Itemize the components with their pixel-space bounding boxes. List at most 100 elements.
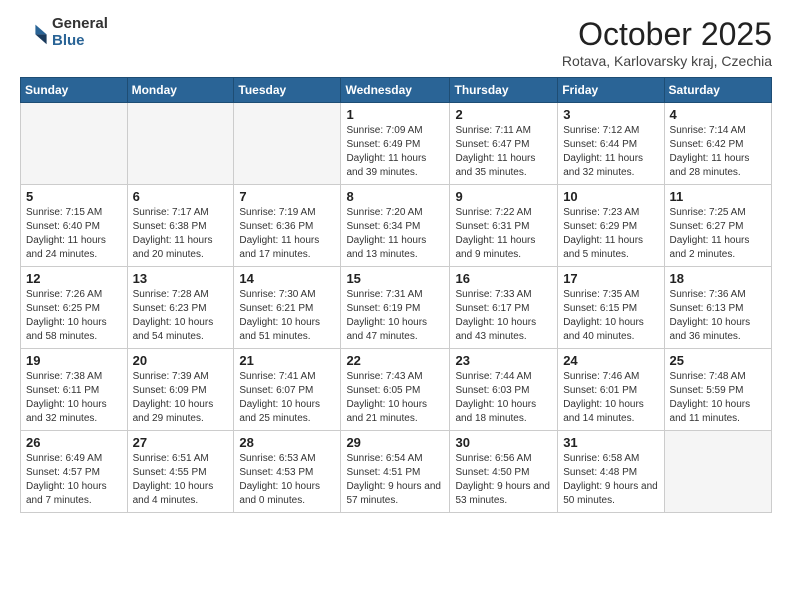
day-number: 29 <box>346 435 444 450</box>
calendar-cell: 22 Sunrise: 7:43 AM Sunset: 6:05 PM Dayli… <box>341 349 450 431</box>
day-number: 31 <box>563 435 658 450</box>
calendar-cell: 29Sunrise: 6:54 AM Sunset: 4:51 PM Dayli… <box>341 431 450 513</box>
day-number: 21 <box>239 353 335 368</box>
logo-text: General Blue <box>52 16 108 49</box>
calendar-cell: 9 Sunrise: 7:22 AM Sunset: 6:31 PM Daylig… <box>450 185 558 267</box>
day-number: 23 <box>455 353 552 368</box>
calendar-cell: 10 Sunrise: 7:23 AM Sunset: 6:29 PM Dayli… <box>558 185 664 267</box>
day-info: Sunrise: 7:39 AM Sunset: 6:09 PM Dayligh… <box>133 370 229 426</box>
day-number: 3 <box>563 107 658 122</box>
day-info: Sunrise: 7:11 AM Sunset: 6:47 PM Dayligh… <box>455 124 552 180</box>
day-info: Sunrise: 6:49 AM Sunset: 4:57 PM Dayligh… <box>26 452 122 508</box>
day-info: Sunrise: 7:46 AM Sunset: 6:01 PM Dayligh… <box>563 370 658 426</box>
day-info: Sunrise: 6:51 AM Sunset: 4:55 PM Dayligh… <box>133 452 229 508</box>
calendar-cell: 26 Sunrise: 6:49 AM Sunset: 4:57 PM Dayli… <box>21 431 128 513</box>
calendar-week-row: 26 Sunrise: 6:49 AM Sunset: 4:57 PM Dayli… <box>21 431 772 513</box>
day-info: Sunrise: 7:22 AM Sunset: 6:31 PM Dayligh… <box>455 206 552 262</box>
calendar-cell: 1Sunrise: 7:09 AM Sunset: 6:49 PM Daylig… <box>341 103 450 185</box>
day-info: Sunrise: 7:15 AM Sunset: 6:40 PM Dayligh… <box>26 206 122 262</box>
calendar-cell: 21 Sunrise: 7:41 AM Sunset: 6:07 PM Dayli… <box>234 349 341 431</box>
calendar-cell: 24 Sunrise: 7:46 AM Sunset: 6:01 PM Dayli… <box>558 349 664 431</box>
day-number: 25 <box>670 353 766 368</box>
day-number: 7 <box>239 189 335 204</box>
weekday-header-friday: Friday <box>558 78 664 103</box>
day-number: 16 <box>455 271 552 286</box>
day-info: Sunrise: 7:30 AM Sunset: 6:21 PM Dayligh… <box>239 288 335 344</box>
day-number: 1 <box>346 107 444 122</box>
day-info: Sunrise: 7:31 AM Sunset: 6:19 PM Dayligh… <box>346 288 444 344</box>
day-info: Sunrise: 7:19 AM Sunset: 6:36 PM Dayligh… <box>239 206 335 262</box>
day-number: 10 <box>563 189 658 204</box>
day-info: Sunrise: 7:26 AM Sunset: 6:25 PM Dayligh… <box>26 288 122 344</box>
day-info: Sunrise: 7:41 AM Sunset: 6:07 PM Dayligh… <box>239 370 335 426</box>
day-info: Sunrise: 6:58 AM Sunset: 4:48 PM Dayligh… <box>563 452 658 508</box>
day-info: Sunrise: 6:53 AM Sunset: 4:53 PM Dayligh… <box>239 452 335 508</box>
calendar-cell: 20 Sunrise: 7:39 AM Sunset: 6:09 PM Dayli… <box>127 349 234 431</box>
day-number: 4 <box>670 107 766 122</box>
day-info: Sunrise: 6:56 AM Sunset: 4:50 PM Dayligh… <box>455 452 552 508</box>
day-number: 28 <box>239 435 335 450</box>
calendar-week-row: 12 Sunrise: 7:26 AM Sunset: 6:25 PM Dayli… <box>21 267 772 349</box>
logo-blue: Blue <box>52 33 108 50</box>
calendar-week-row: 1Sunrise: 7:09 AM Sunset: 6:49 PM Daylig… <box>21 103 772 185</box>
day-info: Sunrise: 7:33 AM Sunset: 6:17 PM Dayligh… <box>455 288 552 344</box>
day-number: 8 <box>346 189 444 204</box>
day-number: 17 <box>563 271 658 286</box>
calendar-cell <box>664 431 771 513</box>
day-number: 24 <box>563 353 658 368</box>
day-number: 13 <box>133 271 229 286</box>
calendar-cell: 17 Sunrise: 7:35 AM Sunset: 6:15 PM Dayli… <box>558 267 664 349</box>
day-info: Sunrise: 7:28 AM Sunset: 6:23 PM Dayligh… <box>133 288 229 344</box>
day-info: Sunrise: 7:36 AM Sunset: 6:13 PM Dayligh… <box>670 288 766 344</box>
day-info: Sunrise: 7:35 AM Sunset: 6:15 PM Dayligh… <box>563 288 658 344</box>
calendar-cell: 4Sunrise: 7:14 AM Sunset: 6:42 PM Daylig… <box>664 103 771 185</box>
calendar-cell: 3Sunrise: 7:12 AM Sunset: 6:44 PM Daylig… <box>558 103 664 185</box>
day-info: Sunrise: 7:17 AM Sunset: 6:38 PM Dayligh… <box>133 206 229 262</box>
day-info: Sunrise: 7:25 AM Sunset: 6:27 PM Dayligh… <box>670 206 766 262</box>
weekday-header-monday: Monday <box>127 78 234 103</box>
weekday-header-thursday: Thursday <box>450 78 558 103</box>
calendar-cell: 12 Sunrise: 7:26 AM Sunset: 6:25 PM Dayli… <box>21 267 128 349</box>
calendar-cell: 8 Sunrise: 7:20 AM Sunset: 6:34 PM Daylig… <box>341 185 450 267</box>
weekday-header-tuesday: Tuesday <box>234 78 341 103</box>
calendar-cell: 11 Sunrise: 7:25 AM Sunset: 6:27 PM Dayli… <box>664 185 771 267</box>
logo-general: General <box>52 16 108 33</box>
calendar-cell: 15 Sunrise: 7:31 AM Sunset: 6:19 PM Dayli… <box>341 267 450 349</box>
day-number: 6 <box>133 189 229 204</box>
day-info: Sunrise: 7:48 AM Sunset: 5:59 PM Dayligh… <box>670 370 766 426</box>
logo: General Blue <box>20 16 108 49</box>
day-info: Sunrise: 7:20 AM Sunset: 6:34 PM Dayligh… <box>346 206 444 262</box>
day-info: Sunrise: 7:43 AM Sunset: 6:05 PM Dayligh… <box>346 370 444 426</box>
day-number: 2 <box>455 107 552 122</box>
calendar-cell: 31 Sunrise: 6:58 AM Sunset: 4:48 PM Dayli… <box>558 431 664 513</box>
calendar-cell: 28 Sunrise: 6:53 AM Sunset: 4:53 PM Dayli… <box>234 431 341 513</box>
day-number: 26 <box>26 435 122 450</box>
day-info: Sunrise: 7:23 AM Sunset: 6:29 PM Dayligh… <box>563 206 658 262</box>
calendar-cell: 23 Sunrise: 7:44 AM Sunset: 6:03 PM Dayli… <box>450 349 558 431</box>
month-title: October 2025 <box>562 16 772 53</box>
day-number: 19 <box>26 353 122 368</box>
day-number: 9 <box>455 189 552 204</box>
calendar-cell: 18Sunrise: 7:36 AM Sunset: 6:13 PM Dayli… <box>664 267 771 349</box>
day-number: 30 <box>455 435 552 450</box>
calendar-cell: 2 Sunrise: 7:11 AM Sunset: 6:47 PM Daylig… <box>450 103 558 185</box>
location: Rotava, Karlovarsky kraj, Czechia <box>562 53 772 69</box>
calendar-week-row: 5Sunrise: 7:15 AM Sunset: 6:40 PM Daylig… <box>21 185 772 267</box>
day-number: 27 <box>133 435 229 450</box>
calendar-cell: 30 Sunrise: 6:56 AM Sunset: 4:50 PM Dayli… <box>450 431 558 513</box>
day-number: 11 <box>670 189 766 204</box>
calendar-week-row: 19 Sunrise: 7:38 AM Sunset: 6:11 PM Dayli… <box>21 349 772 431</box>
calendar-cell: 6 Sunrise: 7:17 AM Sunset: 6:38 PM Daylig… <box>127 185 234 267</box>
day-number: 12 <box>26 271 122 286</box>
day-number: 20 <box>133 353 229 368</box>
day-info: Sunrise: 7:44 AM Sunset: 6:03 PM Dayligh… <box>455 370 552 426</box>
calendar-table: SundayMondayTuesdayWednesdayThursdayFrid… <box>20 77 772 513</box>
day-number: 15 <box>346 271 444 286</box>
day-number: 22 <box>346 353 444 368</box>
day-info: Sunrise: 7:38 AM Sunset: 6:11 PM Dayligh… <box>26 370 122 426</box>
weekday-header-saturday: Saturday <box>664 78 771 103</box>
weekday-header-row: SundayMondayTuesdayWednesdayThursdayFrid… <box>21 78 772 103</box>
calendar-cell <box>234 103 341 185</box>
calendar-cell: 5Sunrise: 7:15 AM Sunset: 6:40 PM Daylig… <box>21 185 128 267</box>
calendar-cell: 14Sunrise: 7:30 AM Sunset: 6:21 PM Dayli… <box>234 267 341 349</box>
